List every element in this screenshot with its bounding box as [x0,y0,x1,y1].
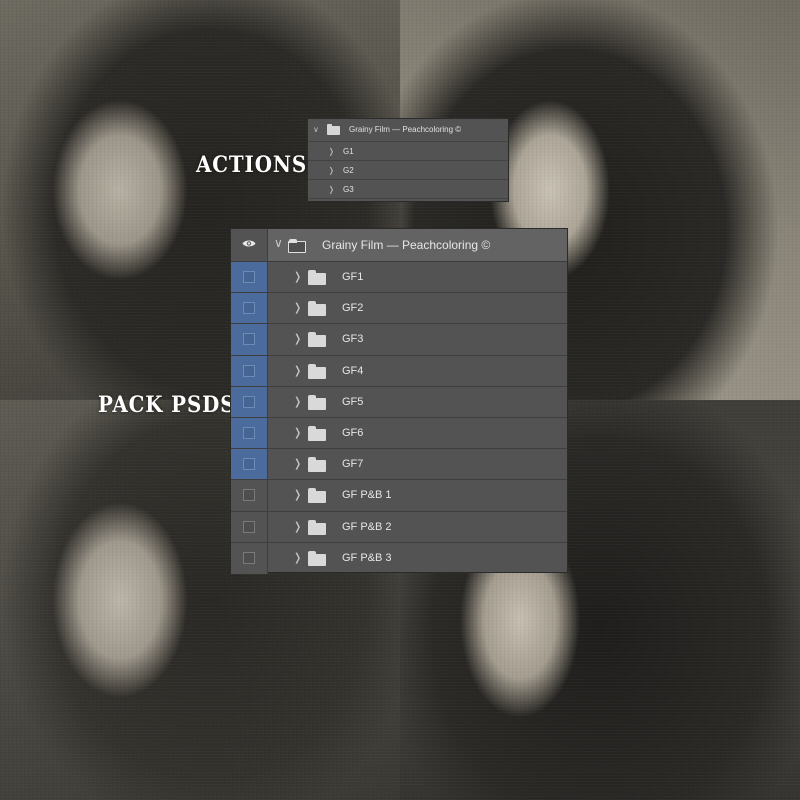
actions-set-header[interactable]: ∨ Grainy Film — Peachcoloring © [308,119,508,142]
layer-row[interactable]: ❭ GF3 [231,324,567,356]
chevron-right-icon[interactable]: ❭ [293,332,302,345]
layer-row[interactable]: ❭ GF1 [231,262,567,294]
layer-row-label: GF6 [342,426,364,439]
chevron-right-icon[interactable]: ❭ [293,520,302,533]
folder-icon [327,124,340,135]
layer-row[interactable]: ❭ GF6 [231,417,567,450]
visibility-box [243,395,255,408]
layer-row[interactable]: ❭ GF P&B 1 [231,480,567,512]
layer-row-label: GF P&B 3 [342,551,392,564]
visibility-toggle[interactable] [231,449,268,480]
action-item[interactable]: ❭ G2 [308,161,508,180]
eye-icon [242,240,256,247]
folder-icon [308,457,326,473]
folder-icon [308,332,326,348]
layer-row-label: GF7 [342,458,364,471]
action-item[interactable]: ❭ G1 [308,142,508,161]
layer-row-label: GF P&B 1 [342,489,392,502]
chevron-right-icon[interactable]: ❭ [293,395,302,408]
layer-row-label: GF2 [342,302,364,315]
visibility-box [243,302,255,315]
visibility-toggle[interactable] [231,480,268,511]
chevron-right-icon[interactable]: ❭ [293,426,302,439]
visibility-toggle[interactable] [231,417,268,449]
chevron-right-icon[interactable]: ❭ [293,301,302,314]
layer-row-label: GF4 [342,364,364,377]
action-item[interactable]: ❭ G4 [308,199,508,201]
layer-group-header[interactable]: ∨ Grainy Film — Peachcoloring © [231,229,567,262]
layer-group-title: Grainy Film — Peachcoloring © [322,238,491,252]
pack-psds-caption: PACK PSDS [98,392,236,418]
chevron-right-icon[interactable]: ❭ [293,270,302,283]
layer-row[interactable]: ❭ GF4 [231,355,567,387]
chevron-right-icon[interactable]: ❭ [293,551,302,564]
chevron-right-icon[interactable]: ❭ [293,488,302,501]
folder-icon [308,488,326,504]
layer-row[interactable]: ❭ GF P&B 3 [231,542,567,574]
visibility-toggle[interactable] [231,542,268,574]
chevron-down-icon[interactable]: ∨ [313,125,319,134]
visibility-box [243,489,255,502]
visibility-toggle[interactable] [231,229,268,261]
chevron-right-icon[interactable]: ❭ [293,457,302,470]
chevron-down-icon[interactable]: ∨ [274,236,283,250]
layer-row-label: GF P&B 2 [342,520,392,533]
layer-row[interactable]: ❭ GF7 [231,449,567,481]
visibility-toggle[interactable] [231,324,268,355]
folder-icon [308,425,326,441]
layer-row-label: GF1 [342,271,364,283]
folder-open-icon [288,239,306,253]
chevron-right-icon[interactable]: ❭ [328,147,335,156]
visibility-box [243,458,255,471]
folder-icon [308,301,326,317]
visibility-box [243,551,255,564]
action-item-label: G1 [343,146,354,156]
folder-icon [308,270,326,285]
folder-icon [308,363,326,379]
visibility-toggle[interactable] [231,293,268,324]
action-item-label: G3 [343,184,354,194]
visibility-toggle[interactable] [231,262,268,293]
layer-row[interactable]: ❭ GF2 [231,293,567,325]
visibility-box [243,520,255,533]
visibility-toggle[interactable] [231,355,268,386]
chevron-right-icon[interactable]: ❭ [328,185,335,194]
visibility-toggle[interactable] [231,511,268,542]
visibility-box [243,271,255,283]
chevron-right-icon[interactable]: ❭ [293,364,302,377]
layers-panel: ∨ Grainy Film — Peachcoloring © ❭ GF1 ❭ … [230,228,568,574]
visibility-box [243,364,255,377]
visibility-toggle[interactable] [231,386,268,417]
action-item[interactable]: ❭ G3 [308,180,508,199]
folder-icon [308,519,326,535]
actions-set-title: Grainy Film — Peachcoloring © [349,125,462,134]
folder-icon [308,394,326,410]
actions-caption: ACTIONS [196,152,308,178]
layer-row-label: GF3 [342,333,364,346]
layer-row[interactable]: ❭ GF5 [231,386,567,418]
visibility-box [243,426,255,439]
action-item-label: G2 [343,165,354,175]
folder-icon [308,550,326,566]
visibility-box [243,333,255,346]
layer-row-label: GF5 [342,395,364,408]
actions-panel: ∨ Grainy Film — Peachcoloring © ❭ G1 ❭ G… [307,118,509,202]
chevron-right-icon[interactable]: ❭ [328,166,335,175]
layer-row[interactable]: ❭ GF P&B 2 [231,511,567,543]
